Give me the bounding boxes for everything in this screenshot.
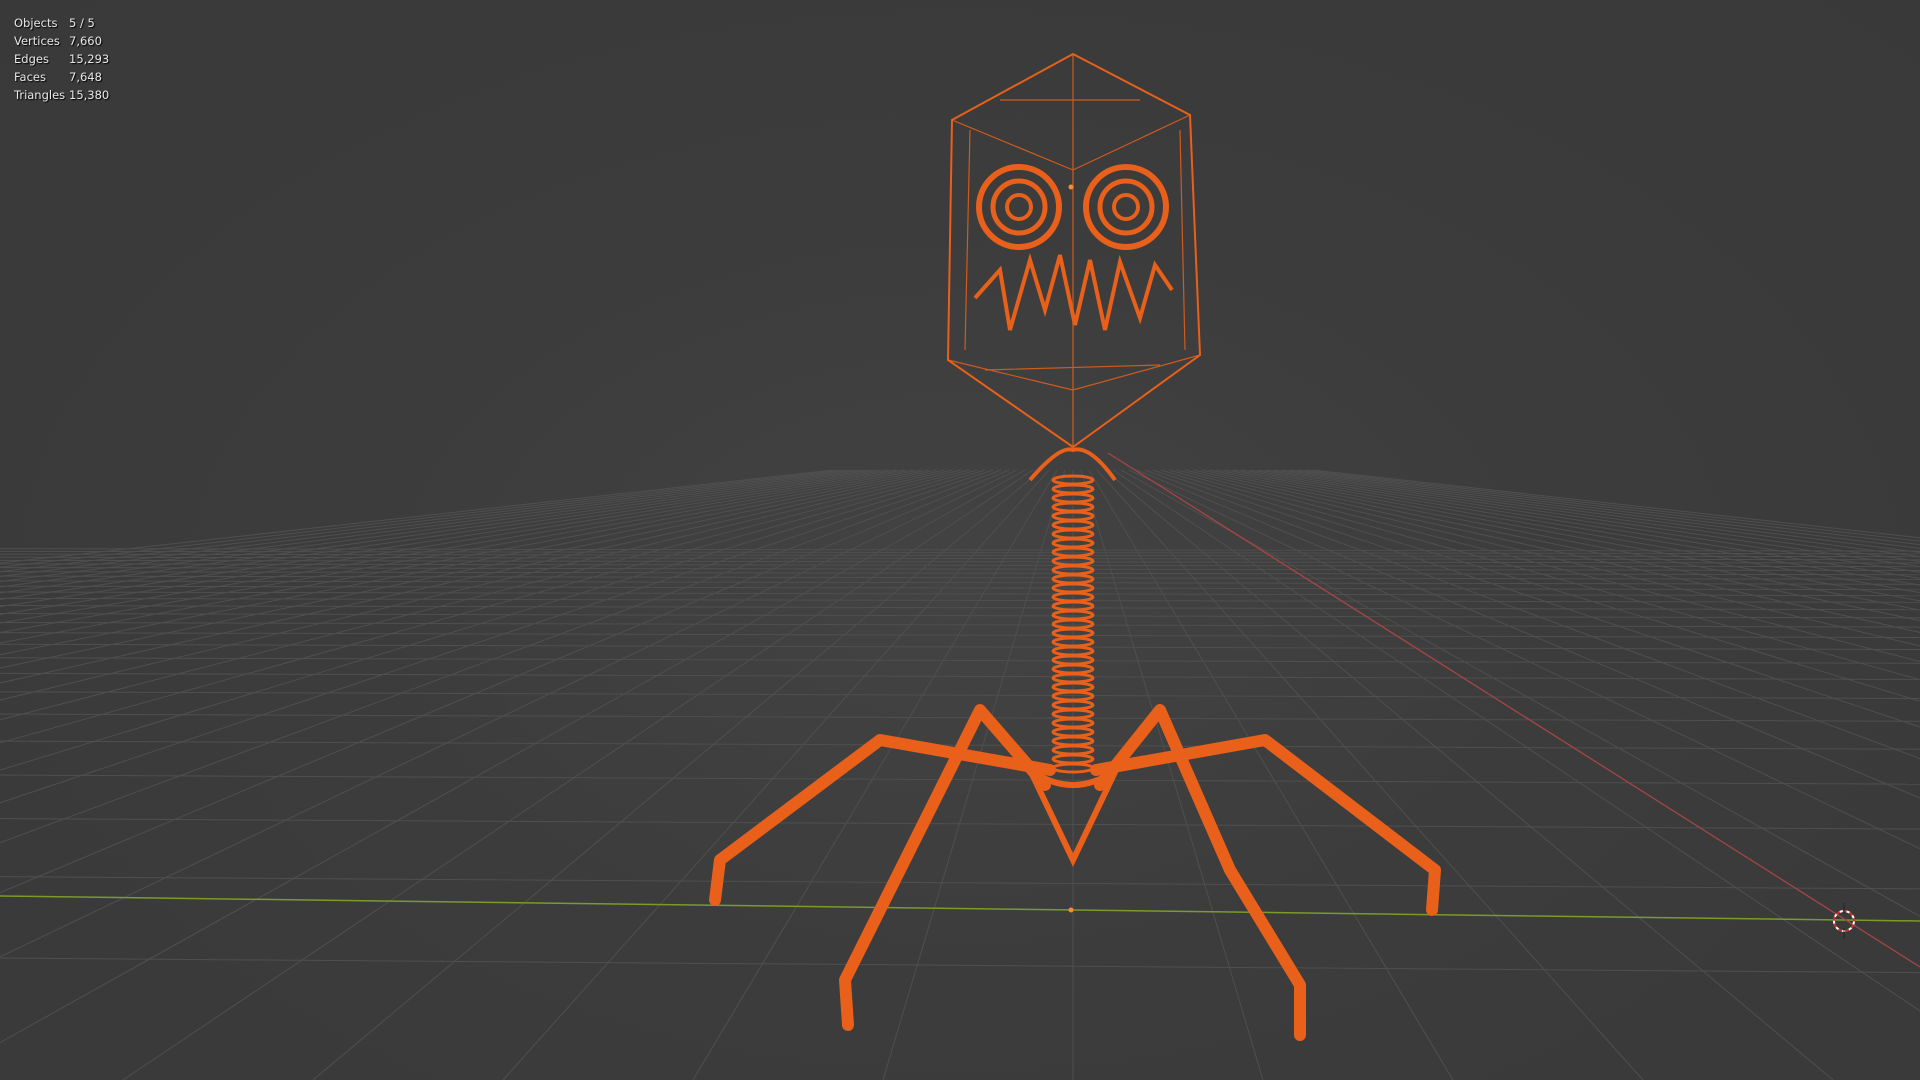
grid-line <box>1168 469 1920 681</box>
eye-left-spiral <box>976 164 1062 250</box>
grid-line <box>0 672 1920 680</box>
grid-line <box>0 591 1920 597</box>
grid-line <box>0 876 1920 890</box>
stat-label: Vertices <box>14 34 60 48</box>
stat-value: 7,660 <box>69 34 102 48</box>
grid-line <box>0 957 1920 974</box>
grid-line <box>1304 469 1920 542</box>
scene-statistics-overlay: Objects 5 / 5 Vertices 7,660 Edges 15,293 F… <box>14 14 109 104</box>
origin-point <box>1068 907 1074 913</box>
grid-line <box>1096 469 1644 1080</box>
grid-line <box>1120 469 1920 917</box>
3d-viewport[interactable]: Objects 5 / 5 Vertices 7,660 Edges 15,293 F… <box>0 0 1920 1080</box>
grid-line <box>0 713 1920 722</box>
grid-line <box>0 613 1920 619</box>
stat-value: 15,380 <box>69 88 110 102</box>
grid-line <box>0 774 1920 785</box>
eye-right-spiral <box>1083 164 1169 250</box>
grid-line <box>0 580 1920 585</box>
stat-value: 15,293 <box>69 52 110 66</box>
stat-vertices: Vertices 7,660 <box>14 32 109 50</box>
3d-cursor-icon <box>1833 903 1855 939</box>
stat-objects: Objects 5 / 5 <box>14 14 109 32</box>
viewport-scene <box>0 52 1920 1080</box>
stat-label: Objects <box>14 16 58 30</box>
grid-line <box>0 818 1920 830</box>
stat-label: Faces <box>14 70 46 84</box>
grid-line <box>1248 469 1920 573</box>
grid-line <box>1104 469 1834 1080</box>
x-axis-line <box>0 895 1920 922</box>
grid-line <box>1264 469 1920 562</box>
grid-line <box>0 563 1920 568</box>
stat-value: 7,648 <box>69 70 102 84</box>
stat-label: Edges <box>14 52 49 66</box>
floor-grid <box>0 469 1920 1080</box>
grid-line <box>1160 469 1920 702</box>
origin-point <box>1068 184 1074 190</box>
grid-line <box>0 643 1920 651</box>
grid-line <box>0 548 1920 552</box>
grid-line <box>0 553 1920 558</box>
stat-edges: Edges 15,293 <box>14 50 109 68</box>
grid-line <box>1112 469 1920 1012</box>
stat-label: Triangles <box>14 88 66 102</box>
grid-line <box>1136 469 1920 799</box>
phage-head <box>946 52 1202 449</box>
grid-line <box>1128 469 1920 850</box>
phage-wireframe <box>709 52 1441 1041</box>
grid-line <box>0 691 1920 699</box>
stat-value: 5 / 5 <box>69 16 95 30</box>
grid-line <box>1176 469 1920 663</box>
grid-line <box>1240 469 1920 579</box>
grid-line <box>1152 469 1920 728</box>
grid-line <box>0 622 1920 628</box>
stat-faces: Faces 7,648 <box>14 68 109 86</box>
grid-line <box>0 556 1920 561</box>
stat-triangles: Triangles 15,380 <box>14 86 109 104</box>
phage-legs <box>709 704 1441 1041</box>
